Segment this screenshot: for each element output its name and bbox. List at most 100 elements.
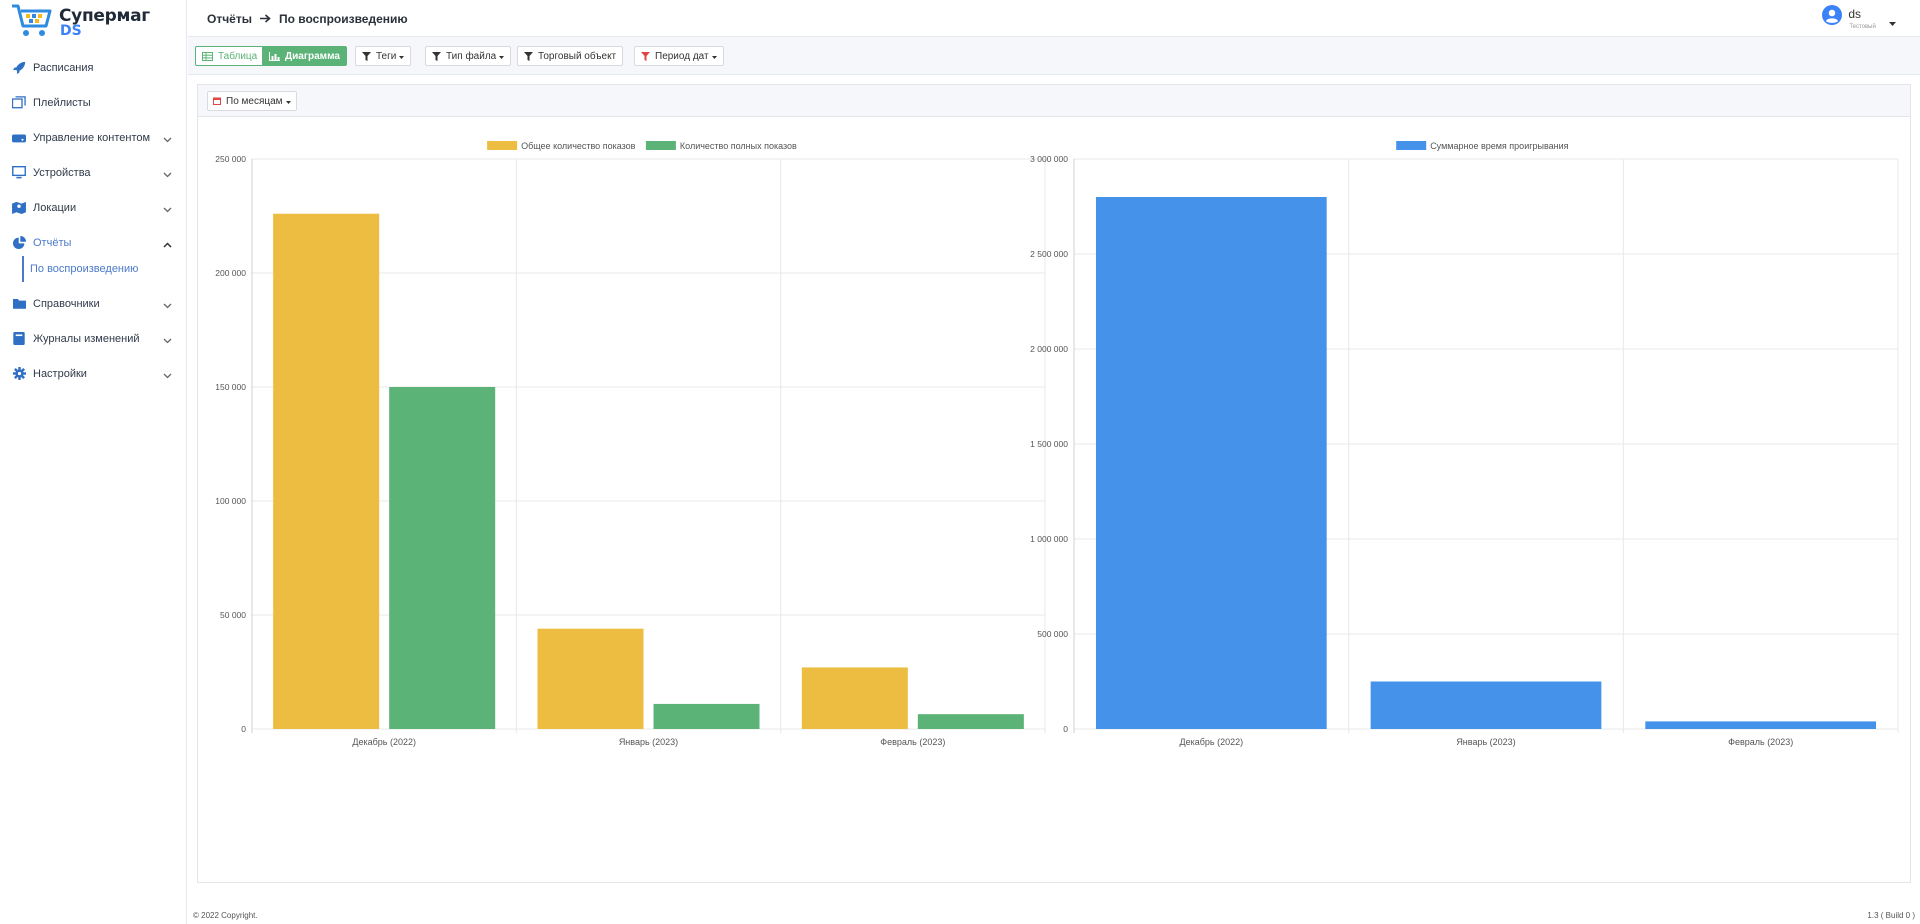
y-tick-label: 50 000 xyxy=(220,610,246,620)
avatar-icon xyxy=(1822,5,1843,28)
gear-icon xyxy=(12,367,26,381)
table-icon xyxy=(202,51,213,61)
x-tick-label: Январь (2023) xyxy=(1456,737,1515,747)
build-version: 1.3 ( Build 0 ) xyxy=(1867,911,1915,920)
panel-header: По месяцам xyxy=(198,85,1910,117)
sidebar-item-directories[interactable]: Справочники xyxy=(0,286,187,321)
caret-down-icon xyxy=(285,96,291,107)
y-tick-label: 0 xyxy=(241,724,246,734)
bar xyxy=(273,213,380,730)
rocket-icon xyxy=(12,61,26,75)
view-chart-label: Диаграмма xyxy=(285,50,340,62)
group-by-month-button[interactable]: По месяцам xyxy=(207,91,297,111)
pie-chart-icon xyxy=(12,236,26,250)
bar xyxy=(801,667,908,729)
filter-filetype-label: Тип файла xyxy=(446,50,497,62)
footer: © 2022 Copyright. 1.3 ( Build 0 ) xyxy=(188,905,1920,924)
legend-swatch xyxy=(1396,141,1427,150)
filter-store-label: Торговый объект xyxy=(538,50,617,62)
bar xyxy=(537,628,644,729)
sidebar-item-schedules[interactable]: Расписания xyxy=(0,50,187,85)
filter-tags-button[interactable]: Теги xyxy=(355,46,412,66)
filter-store-button[interactable]: Торговый объект xyxy=(517,46,624,66)
bar xyxy=(917,714,1024,729)
caret-down-icon xyxy=(399,51,405,62)
y-tick-label: 100 000 xyxy=(215,496,246,506)
report-panel: По месяцам 0 50 000 100 000 150 000 200 000 2… xyxy=(197,84,1911,883)
chevron-down-icon xyxy=(163,202,172,216)
x-tick-label: Декабрь (2022) xyxy=(1180,737,1244,747)
view-chart-button[interactable]: Диаграмма xyxy=(262,46,347,66)
folder-icon xyxy=(12,297,26,311)
user-role: Тестовый xyxy=(1849,24,1876,30)
caret-down-icon xyxy=(499,51,505,62)
group-by-label: По месяцам xyxy=(226,95,283,107)
sidebar-item-reports[interactable]: Отчёты xyxy=(0,225,187,260)
user-name: ds xyxy=(1848,7,1861,21)
legend-label: Количество полных показов xyxy=(680,141,797,151)
y-tick-label: 0 xyxy=(1063,724,1068,734)
sidebar-item-label: Устройства xyxy=(33,166,91,179)
y-tick-label: 200 000 xyxy=(215,268,246,278)
chevron-down-icon xyxy=(163,298,172,312)
sidebar-item-playlists[interactable]: Плейлисты xyxy=(0,85,187,120)
charts-area: 0 50 000 100 000 150 000 200 000 250 000 Декаб… xyxy=(215,141,1899,747)
chevron-down-icon xyxy=(163,132,172,146)
filter-period-button[interactable]: Период дат xyxy=(634,46,724,66)
filter-period-label: Период дат xyxy=(655,50,709,62)
bar xyxy=(653,703,760,729)
top-header: Отчёты По воспроизведению ds Тестовый xyxy=(188,0,1920,37)
playlist-icon xyxy=(12,96,26,110)
calendar-icon xyxy=(213,97,221,105)
legend-label: Суммарное время проигрывания xyxy=(1430,141,1568,151)
sidebar: Супермаг DS Расписания Плейлисты Управле… xyxy=(0,0,187,924)
sidebar-item-label: Локации xyxy=(33,201,77,214)
x-tick-label: Декабрь (2022) xyxy=(352,737,416,747)
sidebar-item-label: Управление контентом xyxy=(33,131,151,144)
toolbar: Таблица Диаграмма Теги Тип файла Торговы… xyxy=(188,37,1920,75)
sidebar-item-changelogs[interactable]: Журналы изменений xyxy=(0,321,187,356)
cart-logo-icon xyxy=(12,4,52,36)
sidebar-item-label: Журналы изменений xyxy=(33,332,140,345)
sidebar-item-label: Отчёты xyxy=(33,236,72,249)
monitor-icon xyxy=(12,166,26,180)
filter-filetype-button[interactable]: Тип файла xyxy=(425,46,512,66)
sidebar-item-label: Расписания xyxy=(33,61,94,74)
chart-2: 0 500 000 1 000 000 1 500 000 2 000 000 2 500… xyxy=(1030,141,1899,747)
sidebar-item-devices[interactable]: Устройства xyxy=(0,155,187,190)
view-table-button[interactable]: Таблица xyxy=(195,46,265,66)
sidebar-nav: Расписания Плейлисты Управление контенто… xyxy=(0,50,187,391)
chevron-down-icon xyxy=(163,333,172,347)
filter-icon xyxy=(362,51,371,61)
bar xyxy=(1370,681,1602,729)
y-tick-label: 250 000 xyxy=(215,154,246,164)
copyright-text: © 2022 Copyright. xyxy=(193,911,258,920)
bar xyxy=(1095,197,1327,729)
breadcrumb-current: По воспроизведению xyxy=(278,12,408,26)
chevron-down-icon xyxy=(163,167,172,181)
legend-swatch xyxy=(487,141,518,150)
legend-label: Общее количество показов xyxy=(521,141,636,151)
bar xyxy=(389,387,496,729)
chart-1: 0 50 000 100 000 150 000 200 000 250 000 Декаб… xyxy=(215,141,1046,747)
brand-suffix: DS xyxy=(60,23,82,39)
chevron-down-icon xyxy=(163,368,172,382)
book-icon xyxy=(12,332,26,346)
sidebar-item-locations[interactable]: Локации xyxy=(0,190,187,225)
map-icon xyxy=(12,201,26,215)
bar xyxy=(1645,721,1877,729)
y-tick-label: 1 500 000 xyxy=(1030,439,1068,449)
filter-icon xyxy=(524,51,533,61)
sidebar-item-label: Настройки xyxy=(33,367,87,380)
caret-down-icon xyxy=(711,51,717,62)
y-tick-label: 2 500 000 xyxy=(1030,249,1068,259)
brand-logo[interactable]: Супермаг DS xyxy=(10,2,180,42)
chevron-up-icon xyxy=(163,237,172,251)
bar-chart-icon xyxy=(269,51,280,61)
sidebar-item-settings[interactable]: Настройки xyxy=(0,356,187,391)
sidebar-item-content[interactable]: Управление контентом xyxy=(0,120,187,155)
filter-icon xyxy=(432,51,441,61)
user-menu[interactable]: ds Тестовый xyxy=(1822,5,1896,30)
breadcrumb-parent[interactable]: Отчёты xyxy=(207,12,252,26)
arrow-right-icon xyxy=(259,12,271,26)
